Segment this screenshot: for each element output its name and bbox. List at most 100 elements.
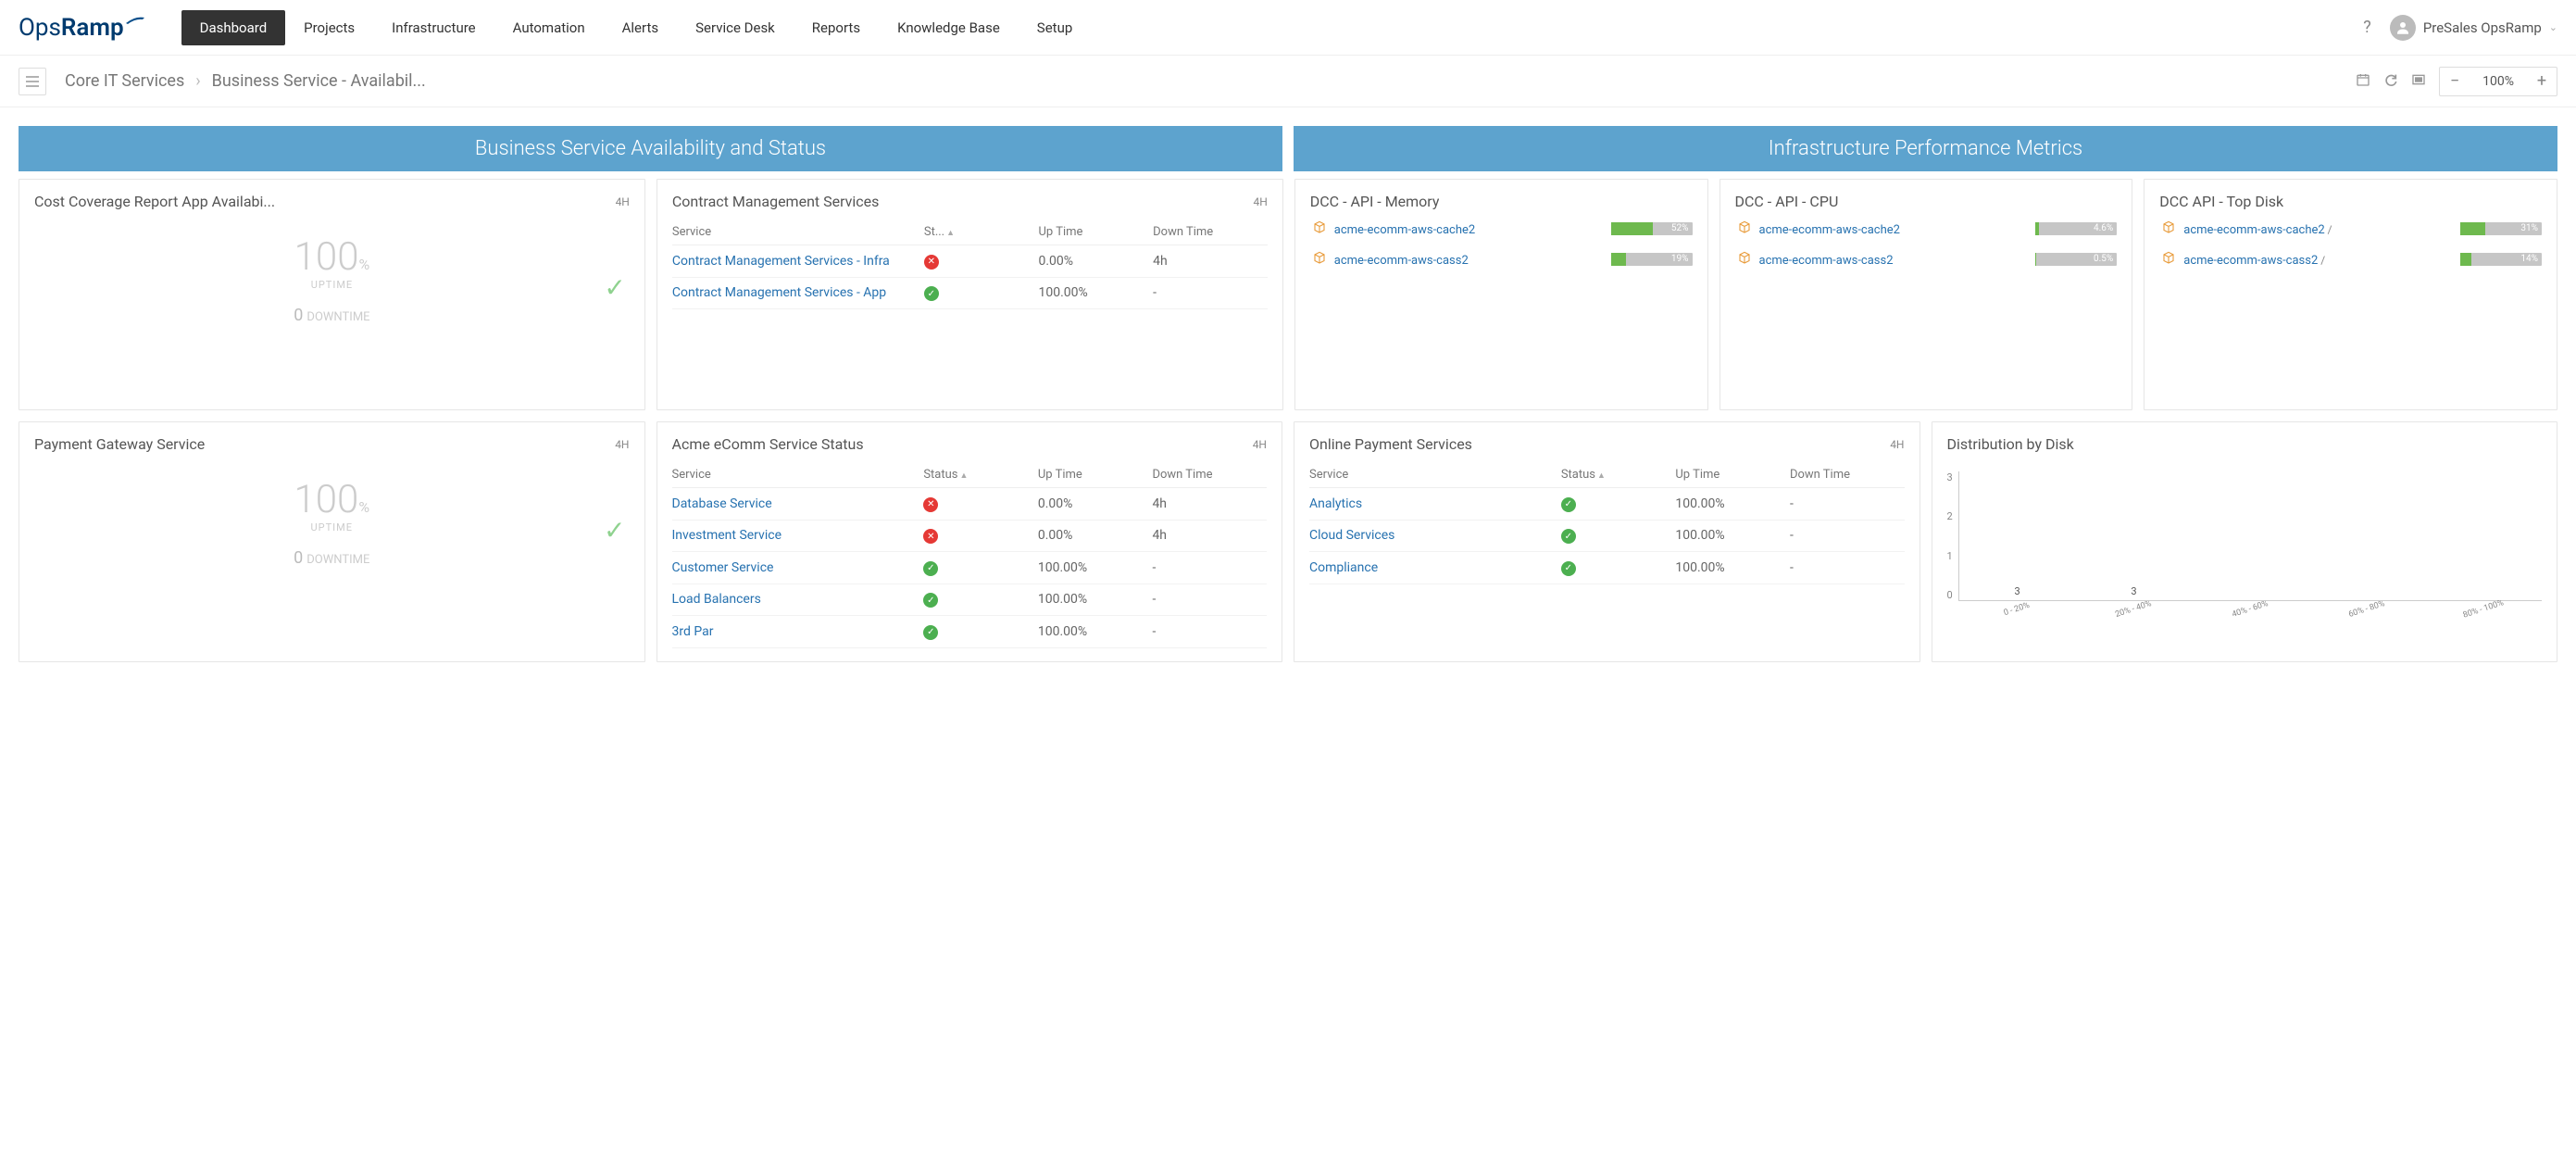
- metric-row: acme-ecomm-aws-cass20.5%: [1735, 250, 2118, 270]
- nav-projects[interactable]: Projects: [285, 10, 373, 45]
- widget-title: Cost Coverage Report App Availabi...: [34, 193, 275, 210]
- service-link[interactable]: Cloud Services: [1309, 528, 1561, 543]
- nav-dashboard[interactable]: Dashboard: [181, 10, 286, 45]
- col-service[interactable]: Service: [672, 468, 924, 482]
- col-service[interactable]: Service: [672, 225, 924, 239]
- table-row: Load Balancers✓100.00%-: [672, 584, 1268, 617]
- sort-asc-icon: ▲: [959, 471, 968, 481]
- section-header-right: Infrastructure Performance Metrics: [1294, 126, 2557, 171]
- nav-reports[interactable]: Reports: [794, 10, 879, 45]
- service-link[interactable]: Load Balancers: [672, 592, 924, 607]
- aws-cube-icon: [1735, 220, 1752, 237]
- breadcrumb-bar: Core IT Services › Business Service - Av…: [0, 56, 2576, 107]
- service-link[interactable]: Analytics: [1309, 496, 1561, 511]
- service-link[interactable]: Investment Service: [672, 528, 924, 543]
- fullscreen-icon[interactable]: [2411, 72, 2426, 91]
- nav-items: DashboardProjectsInfrastructureAutomatio…: [181, 10, 1092, 45]
- dashboard-body: Business Service Availability and Status…: [0, 107, 2576, 710]
- col-uptime[interactable]: Up Time: [1039, 225, 1154, 239]
- downtime-cell: -: [1790, 496, 1905, 511]
- nav-knowledge-base[interactable]: Knowledge Base: [879, 10, 1019, 45]
- resource-link[interactable]: acme-ecomm-aws-cache2: [2183, 223, 2324, 237]
- aws-cube-icon: [2159, 251, 2176, 268]
- uptime-value: 100: [294, 477, 358, 522]
- nav-service-desk[interactable]: Service Desk: [677, 10, 794, 45]
- zoom-in-button[interactable]: +: [2527, 68, 2557, 95]
- metric-suffix: /: [2318, 254, 2325, 267]
- aws-cube-icon: [1735, 251, 1752, 268]
- uptime-label: UPTIME: [34, 279, 630, 291]
- metric-bar: 31%: [2460, 222, 2542, 235]
- col-status[interactable]: Status▲: [923, 468, 1038, 482]
- y-tick: 3: [1947, 471, 1953, 483]
- status-error-icon: ✕: [924, 255, 939, 270]
- status-ok-icon: ✓: [1561, 561, 1576, 576]
- widget-contract-management: Contract Management Services 4H Service …: [657, 179, 1283, 410]
- col-uptime[interactable]: Up Time: [1038, 468, 1153, 482]
- downtime-cell: 4h: [1152, 528, 1267, 543]
- zoom-out-button[interactable]: −: [2440, 68, 2470, 95]
- service-link[interactable]: Database Service: [672, 496, 924, 511]
- breadcrumb-current[interactable]: Business Service - Availabil...: [212, 71, 426, 91]
- menu-toggle-button[interactable]: [19, 68, 46, 95]
- table-row: Customer Service✓100.00%-: [672, 552, 1268, 584]
- service-link[interactable]: 3rd Par: [672, 624, 924, 639]
- service-link[interactable]: Contract Management Services - App: [672, 285, 924, 300]
- resource-link[interactable]: acme-ecomm-aws-cache2: [1334, 223, 1475, 237]
- resource-link[interactable]: acme-ecomm-aws-cache2: [1759, 223, 1900, 237]
- col-downtime[interactable]: Down Time: [1153, 225, 1268, 239]
- nav-infrastructure[interactable]: Infrastructure: [373, 10, 494, 45]
- refresh-icon[interactable]: [2383, 72, 2398, 91]
- uptime-cell: 100.00%: [1675, 560, 1790, 575]
- resource-link[interactable]: acme-ecomm-aws-cass2: [1759, 254, 1894, 268]
- user-name: PreSales OpsRamp: [2423, 19, 2542, 36]
- downtime-label: DOWNTIME: [306, 310, 369, 324]
- metric-value: 14%: [2520, 253, 2538, 266]
- status-ok-icon: ✓: [924, 286, 939, 301]
- metric-row: acme-ecomm-aws-cass219%: [1310, 250, 1693, 270]
- zoom-value: 100%: [2470, 74, 2527, 89]
- metric-row: acme-ecomm-aws-cache2 /31%: [2159, 220, 2542, 239]
- resource-link[interactable]: acme-ecomm-aws-cass2: [2183, 254, 2318, 268]
- widget-online-payment: Online Payment Services 4H Service Statu…: [1294, 421, 1920, 662]
- widget-title: Distribution by Disk: [1947, 435, 2074, 453]
- status-ok-icon: ✓: [923, 593, 938, 608]
- nav-automation[interactable]: Automation: [494, 10, 604, 45]
- nav-alerts[interactable]: Alerts: [604, 10, 678, 45]
- nav-setup[interactable]: Setup: [1019, 10, 1091, 45]
- col-downtime[interactable]: Down Time: [1790, 468, 1905, 482]
- uptime-cell: 0.00%: [1038, 496, 1153, 511]
- col-uptime[interactable]: Up Time: [1675, 468, 1790, 482]
- metric-value: 4.6%: [2094, 222, 2113, 235]
- breadcrumb-root[interactable]: Core IT Services: [65, 71, 184, 91]
- check-icon: ✓: [604, 272, 625, 303]
- calendar-icon[interactable]: [2356, 72, 2370, 91]
- check-icon: ✓: [604, 515, 625, 546]
- widget-title: DCC API - Top Disk: [2159, 193, 2283, 210]
- help-icon[interactable]: ?: [2363, 18, 2371, 37]
- uptime-unit: %: [358, 498, 369, 516]
- logo-suffix: Ramp: [61, 14, 124, 42]
- service-link[interactable]: Customer Service: [672, 560, 924, 575]
- downtime-cell: -: [1152, 560, 1267, 575]
- service-link[interactable]: Compliance: [1309, 560, 1561, 575]
- section-header-left: Business Service Availability and Status: [19, 126, 1282, 171]
- sort-asc-icon: ▲: [946, 229, 955, 238]
- uptime-cell: 100.00%: [1675, 496, 1790, 511]
- widget-period: 4H: [1253, 195, 1267, 208]
- widget-distribution-disk: Distribution by Disk 3210 33 0 - 20%20% …: [1932, 421, 2558, 662]
- widget-title: Online Payment Services: [1309, 435, 1472, 453]
- col-service[interactable]: Service: [1309, 468, 1561, 482]
- service-link[interactable]: Contract Management Services - Infra: [672, 254, 924, 269]
- logo[interactable]: OpsRamp: [19, 14, 144, 42]
- uptime-label: UPTIME: [34, 521, 630, 533]
- user-menu[interactable]: PreSales OpsRamp ⌄: [2390, 15, 2557, 41]
- widget-cost-coverage: Cost Coverage Report App Availabi... 4H …: [19, 179, 645, 410]
- resource-link[interactable]: acme-ecomm-aws-cass2: [1334, 254, 1469, 268]
- col-status[interactable]: Status▲: [1561, 468, 1676, 482]
- col-status[interactable]: St...▲: [924, 225, 1039, 239]
- aws-cube-icon: [1310, 220, 1327, 237]
- col-downtime[interactable]: Down Time: [1152, 468, 1267, 482]
- uptime-unit: %: [359, 256, 370, 273]
- top-navigation: OpsRamp DashboardProjectsInfrastructureA…: [0, 0, 2576, 56]
